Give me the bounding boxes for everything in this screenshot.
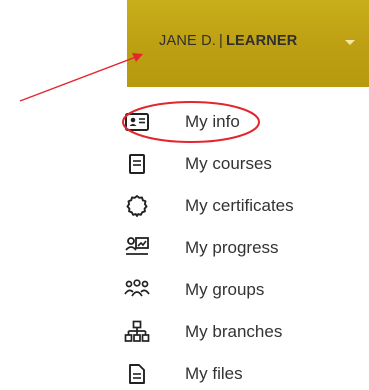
certificate-icon xyxy=(124,193,150,219)
menu-item-my-files[interactable]: My files xyxy=(124,359,344,389)
menu-item-label: My courses xyxy=(185,154,272,173)
menu-item-label: My files xyxy=(185,364,243,383)
menu-item-my-groups[interactable]: My groups xyxy=(124,275,344,305)
menu-item-label: My branches xyxy=(185,322,283,341)
menu-item-my-branches[interactable]: My branches xyxy=(124,317,344,347)
file-icon xyxy=(124,361,150,387)
progress-icon xyxy=(124,235,150,261)
id-card-icon xyxy=(124,109,150,135)
groups-icon xyxy=(124,277,150,303)
book-icon xyxy=(124,151,150,177)
branches-icon xyxy=(124,319,150,345)
menu-item-my-certificates[interactable]: My certificates xyxy=(124,191,344,221)
menu-item-label: My certificates xyxy=(185,196,294,215)
menu-item-label: My progress xyxy=(185,238,279,257)
user-dropdown-menu: My info My courses My certificates My pr… xyxy=(0,0,369,390)
menu-item-my-courses[interactable]: My courses xyxy=(124,149,344,179)
menu-item-label: My groups xyxy=(185,280,265,299)
menu-item-label: My info xyxy=(185,112,240,131)
menu-item-my-info[interactable]: My info xyxy=(124,107,344,137)
menu-item-my-progress[interactable]: My progress xyxy=(124,233,344,263)
